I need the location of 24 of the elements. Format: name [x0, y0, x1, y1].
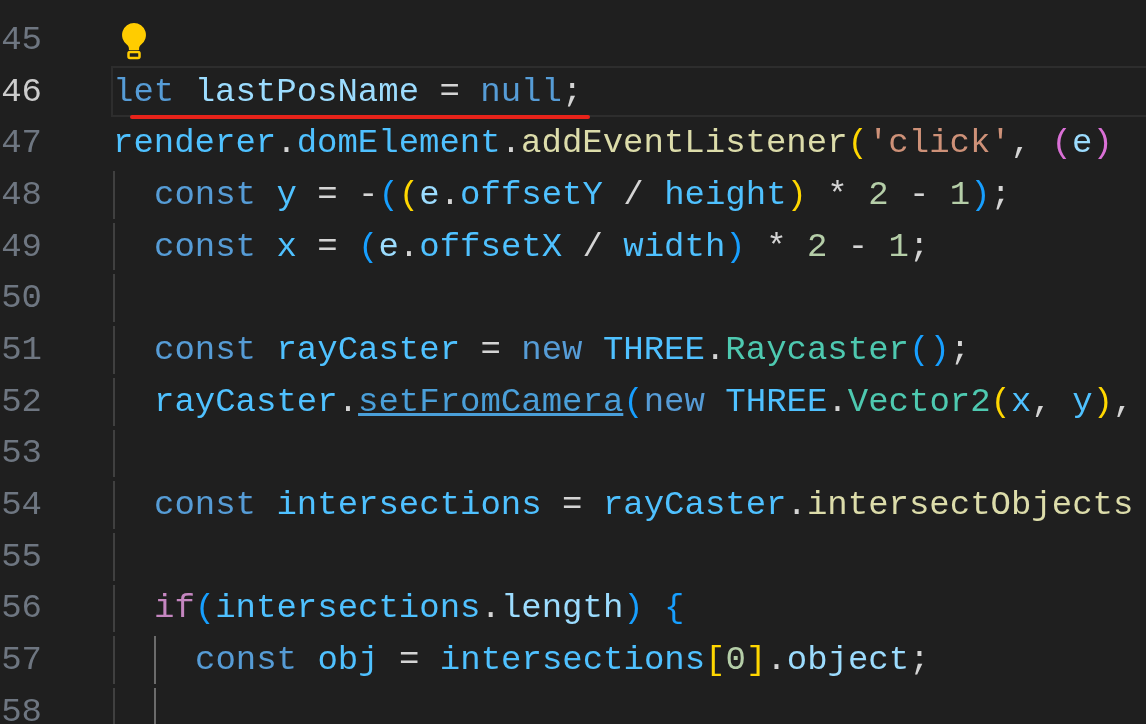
line-number: 49 — [1, 227, 42, 266]
line-number: 53 — [1, 434, 42, 473]
code-line: const y = -((e.offsetY / height) * 2 - 1); — [154, 177, 1011, 212]
line-number: 55 — [1, 537, 42, 576]
line-number: 58 — [1, 692, 42, 724]
line-number: 57 — [1, 641, 42, 680]
line-number: 51 — [1, 330, 42, 369]
code-line: let lastPosName = null; — [113, 74, 583, 109]
line-number: 46 — [1, 72, 42, 111]
code-line: if(intersections.length) { — [154, 591, 685, 626]
line-number: 52 — [1, 382, 42, 421]
line-number: 56 — [1, 589, 42, 628]
line-number: 50 — [1, 279, 42, 318]
line-number: 48 — [1, 175, 42, 214]
code-line: const intersections = rayCaster.intersectObjects — [154, 488, 1134, 523]
line-number: 54 — [1, 486, 42, 525]
code-line: const obj = intersections[0].object; — [195, 643, 930, 678]
line-number: 45 — [1, 20, 42, 59]
code-line: const rayCaster = new THREE.Raycaster(); — [154, 332, 971, 367]
code-line: renderer.domElement.addEventListener('click', (e) — [113, 126, 1113, 161]
code-line: rayCaster.setFromCamera(new THREE.Vector2(x, y), — [154, 384, 1134, 419]
lightbulb-icon[interactable] — [120, 22, 148, 60]
line-number: 47 — [1, 124, 42, 163]
code-line: const x = (e.offsetX / width) * 2 - 1; — [154, 229, 930, 264]
